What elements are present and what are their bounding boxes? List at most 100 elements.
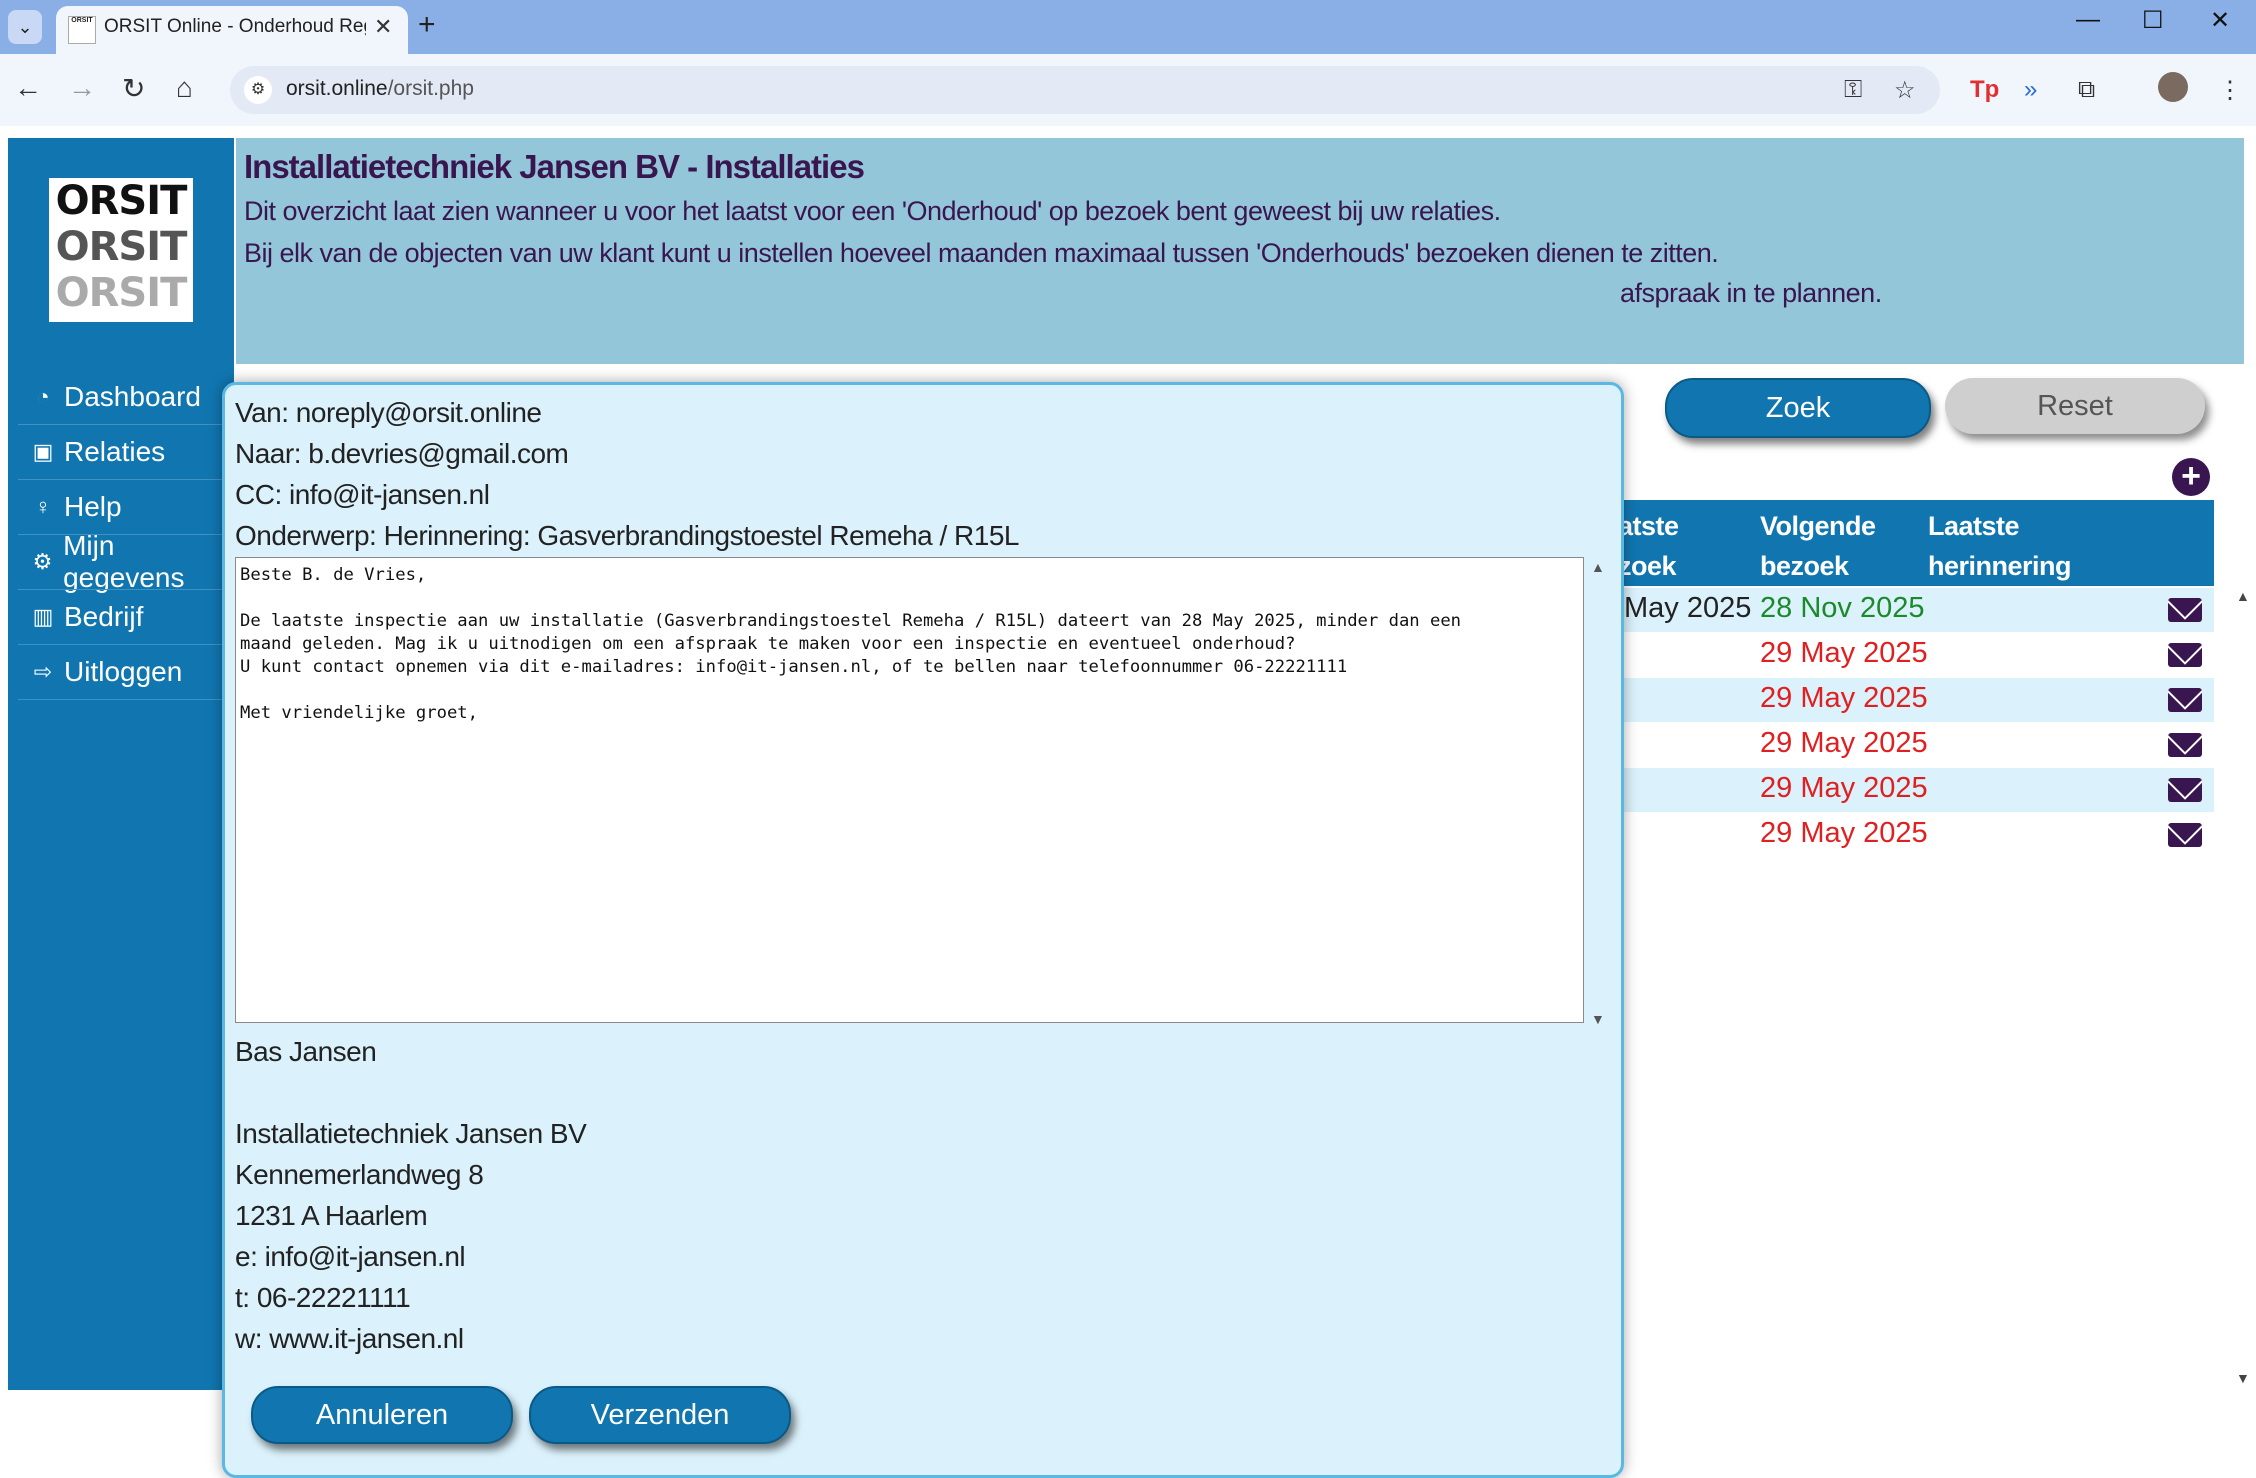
dashboard-icon: ◔ xyxy=(36,384,50,409)
sidebar-item-mijn-gegevens[interactable]: ⚙ Mijn gegevens xyxy=(28,530,238,593)
extension-tp-icon[interactable]: Tp xyxy=(1970,76,1999,104)
cell-next-visit: 29 May 2025 xyxy=(1760,637,1928,669)
sidebar-item-label: Mijn gegevens xyxy=(63,530,185,593)
sidebar-item-label: Uitloggen xyxy=(64,656,183,687)
signature-city: 1231 A Haarlem xyxy=(235,1200,428,1231)
cell-next-visit: 28 Nov 2025 xyxy=(1760,592,1925,624)
email-body-textarea[interactable]: Beste B. de Vries, De laatste inspectie … xyxy=(235,557,1584,1023)
cell-next-visit: 29 May 2025 xyxy=(1760,727,1928,759)
profile-avatar[interactable] xyxy=(2158,72,2188,102)
extension-audio-icon[interactable]: » xyxy=(2024,76,2037,104)
window-close-icon[interactable]: ✕ xyxy=(2210,6,2230,35)
sidebar-item-bedrijf[interactable]: ▥ Bedrijf xyxy=(28,590,238,644)
chevron-down-icon: ⌄ xyxy=(17,16,33,37)
header-description-3: afspraak in te plannen. xyxy=(1620,278,1882,308)
page-header: Installatietechniek Jansen BV - Installa… xyxy=(236,138,2244,364)
site-favicon-icon: ORSIT xyxy=(68,16,96,44)
logout-icon: ⇨ xyxy=(33,659,53,684)
orsit-logo[interactable]: ORSIT ORSIT ORSIT xyxy=(49,178,193,322)
textarea-scrollbar[interactable]: ▲ ▼ xyxy=(1589,557,1607,1027)
cell-last-visit: May 2025 xyxy=(1624,592,1752,624)
sidebar-item-uitloggen[interactable]: ⇨ Uitloggen xyxy=(28,645,238,699)
url-path: /orsit.php xyxy=(387,77,474,100)
close-tab-icon[interactable]: ✕ xyxy=(374,14,392,40)
browser-tab[interactable]: ORSIT ORSIT Online - Onderhoud Reg ✕ xyxy=(56,6,408,54)
table-row: 29 May 2025 xyxy=(1600,813,2214,857)
email-from: Van: noreply@orsit.online xyxy=(235,397,542,428)
table-row: 29 May 2025 xyxy=(1600,768,2214,812)
address-bar[interactable]: ⚙ orsit.online/orsit.php ⚿ ☆ xyxy=(230,66,1940,114)
table-row: 29 May 2025 xyxy=(1600,633,2214,677)
home-icon[interactable]: ⌂ xyxy=(176,72,193,104)
reset-button[interactable]: Reset xyxy=(1945,378,2205,434)
table-header: atste zoek Volgende bezoek Laatste herin… xyxy=(1600,500,2214,586)
verzenden-button[interactable]: Verzenden xyxy=(529,1386,791,1444)
browser-toolbar: ← → ↻ ⌂ ⚙ orsit.online/orsit.php ⚿ ☆ Tp … xyxy=(0,54,2256,126)
building-icon: ▥ xyxy=(32,604,54,629)
browser-menu-icon[interactable]: ⋮ xyxy=(2218,76,2242,105)
scroll-down-icon[interactable]: ▼ xyxy=(1591,1011,1605,1027)
signature-email: e: info@it-jansen.nl xyxy=(235,1241,466,1272)
email-reminder-dialog: Van: noreply@orsit.online Naar: b.devrie… xyxy=(222,382,1624,1478)
table-row: 29 May 2025 xyxy=(1600,678,2214,722)
sidebar-item-label: Bedrijf xyxy=(64,601,144,632)
send-reminder-mail-icon[interactable] xyxy=(2168,688,2202,712)
page-title: Installatietechniek Jansen BV - Installa… xyxy=(244,148,865,185)
logo-line-1: ORSIT xyxy=(55,178,188,224)
zoek-button[interactable]: Zoek xyxy=(1665,378,1931,438)
signature-name: Bas Jansen xyxy=(235,1036,377,1067)
tab-title: ORSIT Online - Onderhoud Reg xyxy=(104,16,366,37)
page-scroll-up-icon[interactable]: ▲ xyxy=(2236,588,2250,604)
extensions-puzzle-icon[interactable]: ⧉ xyxy=(2078,76,2095,104)
sidebar-item-label: Dashboard xyxy=(64,381,201,412)
sidebar-item-label: Help xyxy=(64,491,122,522)
site-info-icon[interactable]: ⚙ xyxy=(244,76,272,104)
page-scroll-down-icon[interactable]: ▼ xyxy=(2236,1370,2250,1386)
minimize-icon[interactable]: — xyxy=(2076,6,2100,34)
cell-next-visit: 29 May 2025 xyxy=(1760,772,1928,804)
url-host: orsit.online xyxy=(286,77,388,100)
gears-icon: ⚙ xyxy=(32,549,53,574)
send-reminder-mail-icon[interactable] xyxy=(2168,598,2202,622)
header-description-1: Dit overzicht laat zien wanneer u voor h… xyxy=(244,196,1501,226)
contacts-icon: ▣ xyxy=(32,439,54,464)
browser-tabstrip: ⌄ ORSIT ORSIT Online - Onderhoud Reg ✕ +… xyxy=(0,0,2256,54)
forward-icon[interactable]: → xyxy=(68,72,96,104)
maximize-icon[interactable]: ☐ xyxy=(2142,6,2164,35)
scroll-up-icon[interactable]: ▲ xyxy=(1591,559,1605,575)
table-row: 29 May 2025 xyxy=(1600,723,2214,767)
email-to: Naar: b.devries@gmail.com xyxy=(235,438,569,469)
password-key-icon[interactable]: ⚿ xyxy=(1844,76,1862,104)
col-volgende-bezoek[interactable]: Volgende bezoek xyxy=(1760,506,1876,586)
sidebar-item-label: Relaties xyxy=(64,436,166,467)
email-subject: Onderwerp: Herinnering: Gasverbrandingst… xyxy=(235,520,1019,551)
add-icon[interactable]: + xyxy=(2172,458,2210,496)
back-icon[interactable]: ← xyxy=(14,72,42,104)
logo-line-3: ORSIT xyxy=(55,270,188,316)
logo-line-2: ORSIT xyxy=(55,224,188,270)
menu-divider xyxy=(18,699,228,700)
new-tab-icon[interactable]: + xyxy=(418,8,436,42)
tab-search-button[interactable]: ⌄ xyxy=(8,10,42,44)
send-reminder-mail-icon[interactable] xyxy=(2168,733,2202,757)
sidebar-item-help[interactable]: ♀ Help xyxy=(28,480,238,534)
table-row: May 2025 28 Nov 2025 xyxy=(1600,588,2214,632)
col-laatste-herinnering[interactable]: Laatste herinnering xyxy=(1928,506,2072,586)
annuleren-button[interactable]: Annuleren xyxy=(251,1386,513,1444)
send-reminder-mail-icon[interactable] xyxy=(2168,778,2202,802)
header-description-2: Bij elk van de objecten van uw klant kun… xyxy=(244,238,1719,268)
sidebar: ORSIT ORSIT ORSIT ◔ Dashboard ▣ Relaties ♀… xyxy=(8,138,234,1390)
bookmark-star-icon[interactable]: ☆ xyxy=(1894,76,1916,105)
col-laatste-bezoek[interactable]: atste zoek xyxy=(1618,506,1679,586)
lightbulb-icon: ♀ xyxy=(34,494,52,519)
send-reminder-mail-icon[interactable] xyxy=(2168,643,2202,667)
signature-company: Installatietechniek Jansen BV xyxy=(235,1118,587,1149)
sidebar-item-relaties[interactable]: ▣ Relaties xyxy=(28,425,238,479)
reload-icon[interactable]: ↻ xyxy=(122,72,145,105)
url-text: orsit.online/orsit.php xyxy=(286,77,474,101)
cell-next-visit: 29 May 2025 xyxy=(1760,682,1928,714)
send-reminder-mail-icon[interactable] xyxy=(2168,823,2202,847)
sidebar-item-dashboard[interactable]: ◔ Dashboard xyxy=(28,370,238,424)
signature-phone: t: 06-22221111 xyxy=(235,1282,411,1313)
cell-next-visit: 29 May 2025 xyxy=(1760,817,1928,849)
